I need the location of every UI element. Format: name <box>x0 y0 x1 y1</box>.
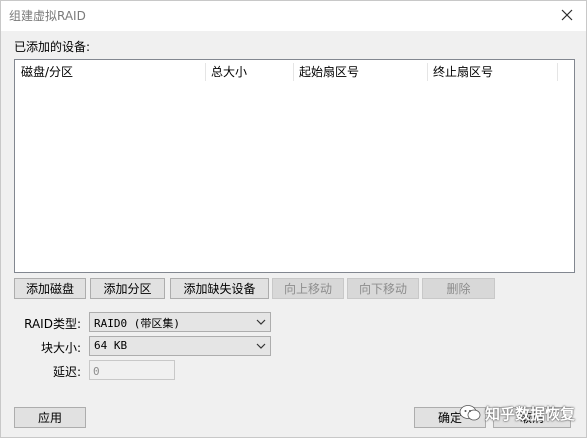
chevron-down-icon <box>256 340 266 352</box>
column-header-end-sector[interactable]: 终止扇区号 <box>427 60 557 84</box>
column-divider[interactable] <box>557 63 558 81</box>
column-header-disk-partition[interactable]: 磁盘/分区 <box>15 60 205 84</box>
raid-type-label: RAID类型: <box>24 317 81 331</box>
close-button[interactable] <box>554 3 580 27</box>
raid-type-value: RAID0 (带区集) <box>94 317 180 330</box>
chat-bubble-icon <box>459 405 481 421</box>
add-disk-button[interactable]: 添加磁盘 <box>14 278 86 299</box>
raid-dialog: 组建虚拟RAID 已添加的设备: 磁盘/分区 总大小 起始扇区号 终止扇区号 添… <box>0 0 587 438</box>
add-partition-button[interactable]: 添加分区 <box>90 278 165 299</box>
delay-input[interactable] <box>89 360 175 380</box>
added-devices-label: 已添加的设备: <box>14 40 91 54</box>
delay-label: 延迟: <box>52 365 81 379</box>
title-bar: 组建虚拟RAID <box>1 1 586 31</box>
move-down-button[interactable]: 向下移动 <box>347 278 419 299</box>
column-header-start-sector[interactable]: 起始扇区号 <box>293 60 427 84</box>
apply-button[interactable]: 应用 <box>14 407 86 428</box>
column-header-total-size[interactable]: 总大小 <box>205 60 293 84</box>
add-missing-device-button[interactable]: 添加缺失设备 <box>170 278 269 299</box>
device-table[interactable]: 磁盘/分区 总大小 起始扇区号 终止扇区号 <box>14 59 575 273</box>
block-size-value: 64 KB <box>94 339 128 352</box>
window-title: 组建虚拟RAID <box>9 9 86 23</box>
chevron-down-icon <box>256 316 266 328</box>
block-size-label: 块大小: <box>40 341 81 355</box>
close-icon <box>561 9 573 21</box>
move-up-button[interactable]: 向上移动 <box>272 278 344 299</box>
watermark: 知乎数据恢复 <box>459 400 575 426</box>
delete-button[interactable]: 删除 <box>422 278 495 299</box>
block-size-select[interactable]: 64 KB <box>89 336 271 356</box>
raid-type-select[interactable]: RAID0 (带区集) <box>89 312 271 332</box>
watermark-text: 知乎数据恢复 <box>485 404 576 423</box>
